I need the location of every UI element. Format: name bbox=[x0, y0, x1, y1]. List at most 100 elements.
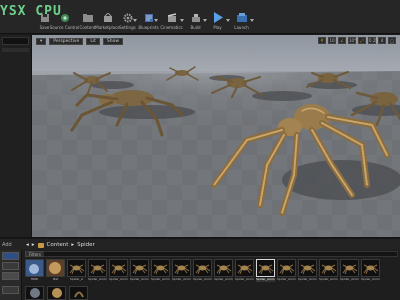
anim-thumbnail bbox=[214, 259, 233, 277]
play-dropdown-arrow[interactable] bbox=[226, 19, 230, 23]
grid-snap-toggle[interactable]: # bbox=[318, 37, 326, 44]
viewport-toolbar: ▾ Perspective Lit Show bbox=[36, 37, 124, 45]
asset-tile[interactable]: Spider_Anim_Turn bbox=[214, 259, 233, 285]
main-toolbar: YSX CPU Save Source Control Content Mark… bbox=[0, 0, 400, 34]
breadcrumb-spider[interactable]: Spider bbox=[77, 242, 95, 248]
left-panel-search-input[interactable] bbox=[2, 37, 29, 45]
asset-tile[interactable]: Spider_Anim_Hit bbox=[235, 259, 254, 285]
blueprints-dropdown-arrow[interactable] bbox=[154, 19, 158, 23]
asset-tile[interactable]: Mat bbox=[46, 259, 65, 285]
asset-name: Spider_Anim_Fall bbox=[256, 278, 275, 282]
asset-name: Spider_Anim_Roar bbox=[319, 278, 338, 281]
maximize-viewport-button[interactable]: ▢ bbox=[388, 37, 396, 44]
cinematics-button[interactable]: Cinematics bbox=[160, 12, 183, 33]
asset-name: Spider_A bbox=[69, 278, 84, 281]
build-icon bbox=[190, 12, 202, 23]
asset-name: Spider_Anim_Walk bbox=[193, 278, 212, 281]
asset-name: Spider_Anim_Spit bbox=[340, 278, 359, 281]
content-icon bbox=[82, 12, 94, 23]
marketplace-icon bbox=[102, 12, 114, 23]
content-browser: Filters HDRI Mat Spider_A Spider_Anim_Attac… bbox=[0, 250, 400, 300]
sources-item[interactable] bbox=[2, 262, 19, 270]
viewport-snap-controls: # 10 ∠ 10° ⤢ 0.25 4 ▢ bbox=[318, 37, 396, 45]
view-mode-button[interactable]: Perspective bbox=[49, 37, 84, 45]
marketplace-button[interactable]: Marketplace bbox=[95, 12, 120, 33]
left-panel-tab[interactable] bbox=[2, 48, 29, 52]
anim-thumbnail bbox=[235, 259, 254, 277]
source-control-button[interactable]: Source Control bbox=[50, 12, 79, 33]
blueprint-icon bbox=[143, 12, 155, 23]
material-thumbnail bbox=[46, 259, 65, 277]
breadcrumb-content[interactable]: Content bbox=[47, 242, 69, 248]
asset-name: Spider_Anim_Hit bbox=[235, 278, 254, 281]
asset-tile[interactable]: Spider_A bbox=[67, 259, 86, 285]
lighting-mode-button[interactable]: Lit bbox=[86, 37, 100, 45]
asset-name: Spider_Anim_Idle bbox=[130, 278, 149, 281]
asset-tile[interactable]: Spider_Anim_Walk bbox=[193, 259, 212, 285]
launch-icon bbox=[236, 12, 248, 23]
anim-thumbnail bbox=[88, 259, 107, 277]
folder-icon bbox=[37, 242, 44, 248]
anim-thumbnail bbox=[319, 259, 338, 277]
build-dropdown-arrow[interactable] bbox=[203, 19, 207, 23]
nav-forward-icon[interactable]: ▸ bbox=[32, 242, 35, 248]
asset-tile[interactable]: Spider_Anim_Idle bbox=[130, 259, 149, 285]
grid-snap-value[interactable]: 10 bbox=[328, 37, 336, 44]
scale-snap-value[interactable]: 0.25 bbox=[368, 37, 378, 44]
breadcrumb: ◂ ▸ Content ▸ Spider bbox=[26, 241, 95, 249]
asset-tile[interactable]: Spider_Anim_Death bbox=[109, 259, 128, 285]
viewport-scene bbox=[32, 35, 400, 237]
add-new-button[interactable]: Add bbox=[2, 242, 12, 248]
asset-name: Spider_Anim_Land bbox=[277, 278, 296, 281]
settings-dropdown-arrow[interactable] bbox=[133, 19, 137, 23]
rotate-snap-toggle[interactable]: ∠ bbox=[338, 37, 346, 44]
viewport-options-button[interactable]: ▾ bbox=[36, 37, 47, 45]
asset-tile[interactable]: Spider_Anim_Run bbox=[172, 259, 191, 285]
sources-item[interactable] bbox=[2, 252, 19, 260]
content-button[interactable]: Content bbox=[78, 12, 97, 33]
sources-item[interactable] bbox=[2, 272, 19, 280]
asset-tile[interactable]: Spider_Anim_Back bbox=[361, 259, 380, 285]
asset-tile[interactable]: Spider_Anim_Land bbox=[277, 259, 296, 285]
asset-tile[interactable]: Spider_Anim_Jump bbox=[151, 259, 170, 285]
asset-name: Spider_Anim_Death bbox=[109, 278, 128, 281]
asset-tile[interactable]: Spider_Anim_Fall bbox=[256, 259, 275, 285]
anim-thumbnail bbox=[109, 259, 128, 277]
nav-back-icon[interactable]: ◂ bbox=[26, 242, 29, 248]
asset-tile[interactable]: HDRI bbox=[25, 259, 44, 285]
anim-thumbnail bbox=[340, 259, 359, 277]
scale-snap-toggle[interactable]: ⤢ bbox=[358, 37, 366, 44]
sources-item[interactable] bbox=[2, 286, 19, 294]
show-button[interactable]: Show bbox=[102, 37, 124, 45]
asset-tile[interactable]: Spider_Anim_Roar bbox=[319, 259, 338, 285]
asset-name: Spider_Anim_Attack bbox=[88, 278, 107, 281]
rotate-snap-value[interactable]: 10° bbox=[348, 37, 356, 44]
asset-tile[interactable] bbox=[47, 286, 66, 300]
anim-thumbnail bbox=[193, 259, 212, 277]
anim-thumbnail bbox=[151, 259, 170, 277]
asset-tile[interactable] bbox=[25, 286, 44, 300]
launch-button[interactable]: Launch bbox=[232, 12, 251, 33]
asset-tile[interactable]: Spider_Anim_Spit bbox=[340, 259, 359, 285]
asset-tile[interactable] bbox=[69, 286, 88, 300]
asset-tile[interactable]: Spider_Anim_Crawl bbox=[298, 259, 317, 285]
asset-name: HDRI bbox=[30, 278, 39, 281]
launch-dropdown-arrow[interactable] bbox=[250, 19, 254, 23]
clapper-icon bbox=[166, 12, 178, 23]
asset-search-input[interactable] bbox=[43, 251, 398, 257]
anim-thumbnail bbox=[361, 259, 380, 277]
play-button[interactable]: Play bbox=[208, 12, 227, 33]
level-viewport[interactable]: ▾ Perspective Lit Show # 10 ∠ 10° ⤢ 0.25… bbox=[31, 35, 400, 237]
anim-thumbnail bbox=[298, 259, 317, 277]
save-icon bbox=[39, 12, 51, 23]
asset-name: Spider_Anim_Back bbox=[361, 278, 380, 281]
cinematics-dropdown-arrow[interactable] bbox=[180, 19, 184, 23]
source-control-icon bbox=[59, 12, 71, 23]
content-browser-header: Add ◂ ▸ Content ▸ Spider bbox=[0, 237, 400, 250]
filters-button[interactable]: Filters bbox=[25, 251, 45, 257]
camera-speed-button[interactable]: 4 bbox=[378, 37, 386, 44]
asset-name: Spider_Anim_Jump bbox=[151, 278, 170, 281]
left-panel bbox=[0, 35, 31, 237]
asset-name: Mat bbox=[52, 278, 59, 281]
asset-tile[interactable]: Spider_Anim_Attack bbox=[88, 259, 107, 285]
